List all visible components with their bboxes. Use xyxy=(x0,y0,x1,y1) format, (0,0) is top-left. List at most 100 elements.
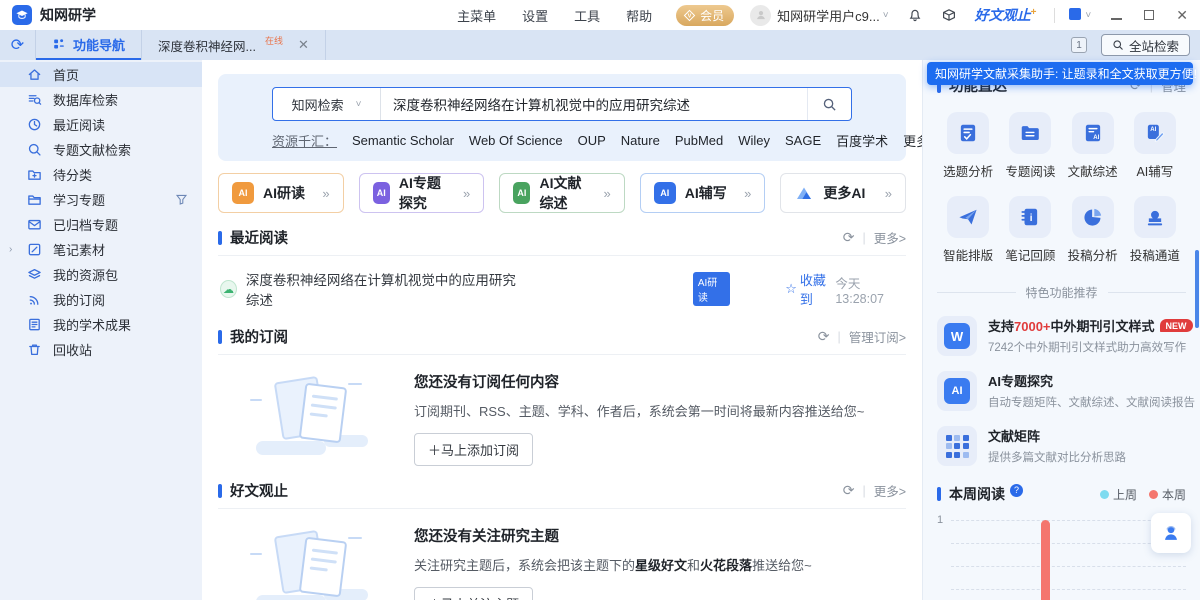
ai-literature-review-button[interactable]: AI AI文献综述 » xyxy=(499,173,625,213)
layers-icon xyxy=(27,267,42,282)
source-nature[interactable]: Nature xyxy=(621,133,660,148)
source-wiley[interactable]: Wiley xyxy=(738,133,770,148)
quick-ai-writing[interactable]: AI AI辅写 xyxy=(1124,112,1186,180)
sidebar-item-unclassified[interactable]: 待分类 xyxy=(0,162,202,187)
filter-icon[interactable] xyxy=(175,193,188,206)
manage-subscription-link[interactable]: 管理订阅> xyxy=(849,327,906,346)
folder-plus-icon xyxy=(27,167,42,182)
refresh-icon[interactable]: ⟳ xyxy=(843,482,855,499)
user-chevron-down-icon[interactable]: ˅ xyxy=(883,10,889,21)
menu-settings[interactable]: 设置 xyxy=(522,6,548,25)
weekly-reading-header: 本周阅读 ? 上周 本周 xyxy=(937,484,1186,504)
sidebar-item-note-material[interactable]: › 笔记素材 xyxy=(0,237,202,262)
sidebar-item-archived-topics[interactable]: 已归档专题 xyxy=(0,212,202,237)
promo-link[interactable]: 好文观止+ xyxy=(975,5,1037,25)
tab-count-indicator[interactable]: 1 xyxy=(1071,37,1087,53)
vip-diamond-icon: V xyxy=(683,9,696,22)
quick-submission-channel[interactable]: 投稿通道 xyxy=(1124,196,1186,264)
close-button[interactable]: ✕ xyxy=(1176,8,1188,22)
source-sage[interactable]: SAGE xyxy=(785,133,821,148)
customer-service-button[interactable] xyxy=(1151,513,1191,553)
chart-legend: 上周 本周 xyxy=(1100,486,1186,503)
stamp-icon xyxy=(1134,196,1176,238)
sidebar-item-recycle-bin[interactable]: 回收站 xyxy=(0,337,202,362)
collector-assistant-tooltip[interactable]: 知网研学文献采集助手: 让题录和全文获取更方便! ~马上了解~ ✕ xyxy=(927,62,1193,85)
feature-ai-topic-explore[interactable]: AI AI专题探究 自动专题矩阵、文献综述、文献阅读报告 xyxy=(937,371,1186,411)
highlights-title: 好文观止 xyxy=(230,480,288,501)
refresh-icon[interactable]: ⟳ xyxy=(843,229,855,246)
search-icon xyxy=(1112,39,1124,51)
search-scope-select[interactable]: 知网检索 ˅ xyxy=(273,88,381,120)
rss-icon xyxy=(27,292,42,307)
promo-plus-icon: + xyxy=(1031,7,1037,18)
help-question-icon[interactable]: ? xyxy=(1010,484,1023,497)
search-icon xyxy=(822,97,837,112)
sidebar-item-subscriptions[interactable]: 我的订阅 xyxy=(0,287,202,312)
ai-writing-button[interactable]: AI AI辅写 » xyxy=(640,173,766,213)
theme-chevron-down-icon[interactable]: ˅ xyxy=(1085,10,1091,21)
svg-text:V: V xyxy=(688,13,692,19)
follow-topic-button[interactable]: ＋马上关注主题 xyxy=(414,587,533,600)
legend-dot-last-week xyxy=(1100,490,1109,499)
sidebar-item-study-topics[interactable]: 学习专题 xyxy=(0,187,202,212)
highlights-more-link[interactable]: 更多> xyxy=(874,481,906,500)
envelope-icon xyxy=(27,217,42,232)
feature-citation-styles[interactable]: W 支持7000+中外期刊引文样式 NEW 7242个中外期刊引文样式助力高效写… xyxy=(937,316,1186,356)
recent-more-link[interactable]: 更多> xyxy=(874,228,906,247)
ai-writing-icon: AI xyxy=(654,182,676,204)
quick-topic-analysis[interactable]: 选题分析 xyxy=(937,112,999,180)
recent-title: 最近阅读 xyxy=(230,227,288,248)
sidebar-item-resource-pack[interactable]: 我的资源包 xyxy=(0,262,202,287)
minimize-button[interactable] xyxy=(1111,8,1122,23)
expand-chevron-icon[interactable]: › xyxy=(9,244,12,255)
add-subscription-button[interactable]: ＋马上添加订阅 xyxy=(414,433,533,466)
sidebar-item-database-search[interactable]: 数据库检索 xyxy=(0,87,202,112)
quick-literature-review[interactable]: AI 文献综述 xyxy=(1062,112,1124,180)
ai-read-badge[interactable]: AI研读 xyxy=(693,272,730,306)
favorite-button[interactable]: ☆收藏到 xyxy=(785,270,835,308)
quick-topic-reading[interactable]: 专题阅读 xyxy=(999,112,1061,180)
ai-topic-explore-button[interactable]: AI AI专题探究 » xyxy=(359,173,485,213)
recent-item-title[interactable]: 深度卷积神经网络在计算机视觉中的应用研究综述 xyxy=(246,269,523,309)
tab-close-icon[interactable]: ✕ xyxy=(298,37,309,53)
folder-icon xyxy=(27,192,42,207)
quick-note-review[interactable]: i 笔记回顾 xyxy=(999,196,1061,264)
refresh-tab-icon[interactable]: ⟳ xyxy=(0,30,36,60)
member-badge[interactable]: V 会员 xyxy=(676,5,734,26)
user-avatar[interactable] xyxy=(750,5,771,26)
username[interactable]: 知网研学用户c9... xyxy=(777,6,880,25)
source-web-of-science[interactable]: Web Of Science xyxy=(469,133,563,148)
sidebar-item-topic-search[interactable]: 专题文献检索 xyxy=(0,137,202,162)
source-pubmed[interactable]: PubMed xyxy=(675,133,723,148)
menu-help[interactable]: 帮助 xyxy=(626,6,652,25)
search-button[interactable] xyxy=(807,88,851,120)
source-oup[interactable]: OUP xyxy=(578,133,606,148)
matrix-grid-icon xyxy=(937,426,977,466)
search-input[interactable]: 深度卷积神经网络在计算机视觉中的应用研究综述 xyxy=(381,94,807,114)
notification-bell-icon[interactable] xyxy=(907,7,923,23)
more-ai-button[interactable]: 更多AI » xyxy=(780,173,906,213)
tab-document[interactable]: 深度卷积神经网... 在线 ✕ xyxy=(141,30,326,60)
sidebar-item-home[interactable]: 首页 xyxy=(0,62,202,87)
menu-main[interactable]: 主菜单 xyxy=(457,6,496,25)
theme-color-swatch[interactable] xyxy=(1069,8,1081,23)
titlebar-menu: 主菜单 设置 工具 帮助 xyxy=(457,6,652,25)
refresh-icon[interactable]: ⟳ xyxy=(818,328,830,345)
source-semantic-scholar[interactable]: Semantic Scholar xyxy=(352,133,454,148)
sources-label[interactable]: 资源千汇： xyxy=(272,131,337,150)
recent-reading-item[interactable]: ☁ 深度卷积神经网络在计算机视觉中的应用研究综述 AI研读 ☆收藏到 今天13:… xyxy=(218,256,906,320)
tab-nav-home[interactable]: 功能导航 xyxy=(36,30,141,60)
feature-literature-matrix[interactable]: 文献矩阵 提供多篇文献对比分析思路 xyxy=(937,426,1186,466)
sidebar-item-recent-reading[interactable]: 最近阅读 xyxy=(0,112,202,137)
right-panel-scrollbar[interactable] xyxy=(1195,250,1199,328)
quick-submission-analysis[interactable]: 投稿分析 xyxy=(1062,196,1124,264)
inbox-icon[interactable] xyxy=(941,7,957,23)
maximize-button[interactable] xyxy=(1144,8,1154,23)
main-content: 知网检索 ˅ 深度卷积神经网络在计算机视觉中的应用研究综述 资源千汇： Sema… xyxy=(202,60,922,600)
ai-read-button[interactable]: AI AI研读 » xyxy=(218,173,344,213)
quick-smart-typesetting[interactable]: 智能排版 xyxy=(937,196,999,264)
global-search-button[interactable]: 全站检索 xyxy=(1101,34,1190,56)
menu-tools[interactable]: 工具 xyxy=(574,6,600,25)
source-baidu-scholar[interactable]: 百度学术 xyxy=(836,131,888,150)
sidebar-item-academic-achievements[interactable]: 我的学术成果 xyxy=(0,312,202,337)
